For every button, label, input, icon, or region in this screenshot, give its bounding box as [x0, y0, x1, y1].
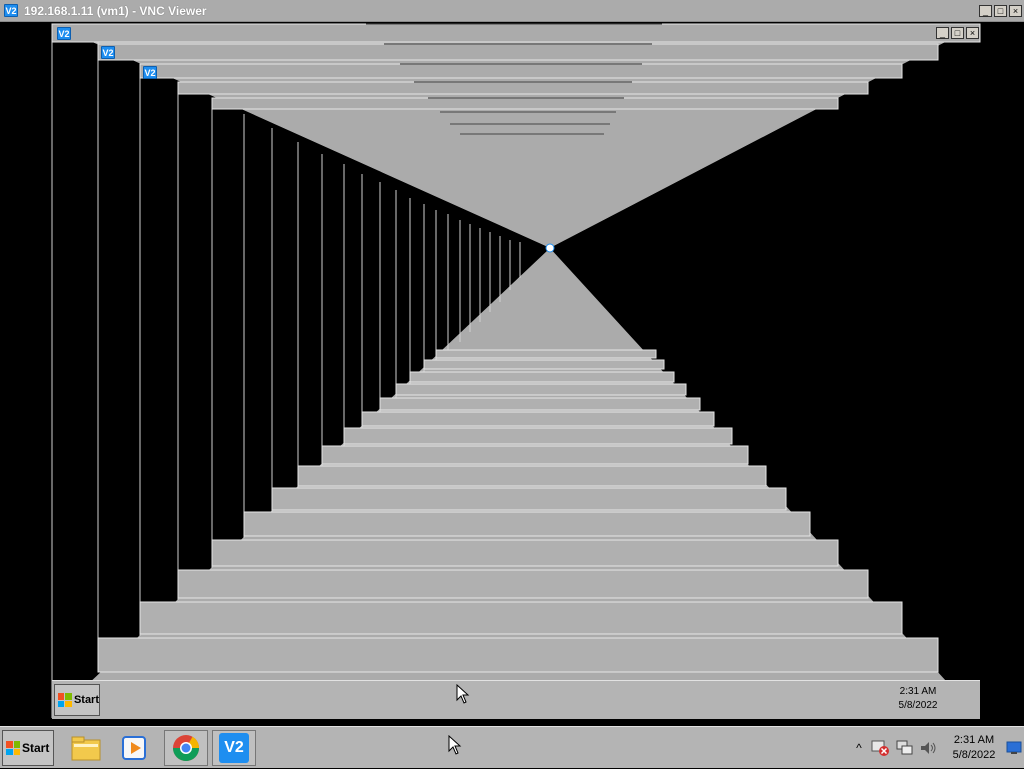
mouse-cursor-icon — [448, 735, 462, 755]
nested-maximize-button[interactable]: □ — [951, 27, 964, 39]
chrome-icon — [172, 735, 200, 762]
start-button[interactable]: Start — [2, 730, 54, 766]
taskbar-clock[interactable]: 2:31 AM 5/8/2022 — [946, 733, 1002, 763]
mouse-cursor-icon — [456, 684, 470, 704]
nested-vnc-logo-icon: V2 — [57, 27, 71, 40]
clock-date: 5/8/2022 — [952, 749, 996, 761]
close-button[interactable]: × — [1009, 5, 1022, 17]
remote-desktop-viewport[interactable]: V2 _ □ × V2 V2 Start 2:31 AM 5/8/2022 — [4, 22, 1020, 726]
nested-vnc-logo-icon-3: V2 — [143, 66, 157, 79]
minimize-button[interactable]: _ — [979, 5, 992, 17]
folder-icon — [71, 736, 101, 761]
clock-time: 2:31 AM — [953, 734, 995, 746]
nested-start-label: Start — [73, 694, 99, 706]
taskbar-media-player[interactable] — [112, 730, 156, 766]
taskbar: Start V2 ^ 2:31 AM 5/8/2022 — [0, 726, 1024, 768]
show-desktop-icon[interactable] — [1006, 741, 1022, 755]
nested-minimize-button[interactable]: _ — [936, 27, 949, 39]
nested-taskbar: Start 2:31 AM 5/8/2022 — [52, 680, 980, 719]
maximize-button[interactable]: □ — [994, 5, 1007, 17]
network-icon[interactable] — [894, 738, 916, 758]
windows-flag-icon — [6, 741, 20, 755]
nested-clock-date: 5/8/2022 — [898, 700, 938, 711]
taskbar-explorer[interactable] — [64, 730, 108, 766]
nested-clock-time: 2:31 AM — [899, 686, 937, 697]
tray-overflow-button[interactable]: ^ — [852, 741, 866, 755]
nested-vnc-logo-icon-2: V2 — [101, 46, 115, 59]
nested-start-button[interactable]: Start — [54, 684, 100, 716]
nested-close-button[interactable]: × — [966, 27, 979, 39]
window-titlebar[interactable]: V2 192.168.1.11 (vm1) - VNC Viewer _ □ × — [0, 0, 1024, 22]
taskbar-chrome[interactable] — [164, 730, 208, 766]
vnc-icon: V2 — [219, 733, 249, 763]
volume-icon[interactable] — [918, 738, 940, 758]
taskbar-vnc-viewer[interactable]: V2 — [212, 730, 256, 766]
windows-flag-icon — [58, 693, 72, 707]
vnc-logo-icon: V2 — [4, 4, 18, 17]
nested-clock: 2:31 AM 5/8/2022 — [888, 685, 948, 713]
action-center-flag-icon[interactable] — [870, 738, 892, 758]
start-label: Start — [22, 741, 50, 755]
system-tray: ^ — [852, 727, 940, 769]
window-title: 192.168.1.11 (vm1) - VNC Viewer — [24, 4, 207, 18]
recursive-mirror-wedges — [4, 22, 1020, 726]
media-player-icon — [122, 736, 146, 760]
